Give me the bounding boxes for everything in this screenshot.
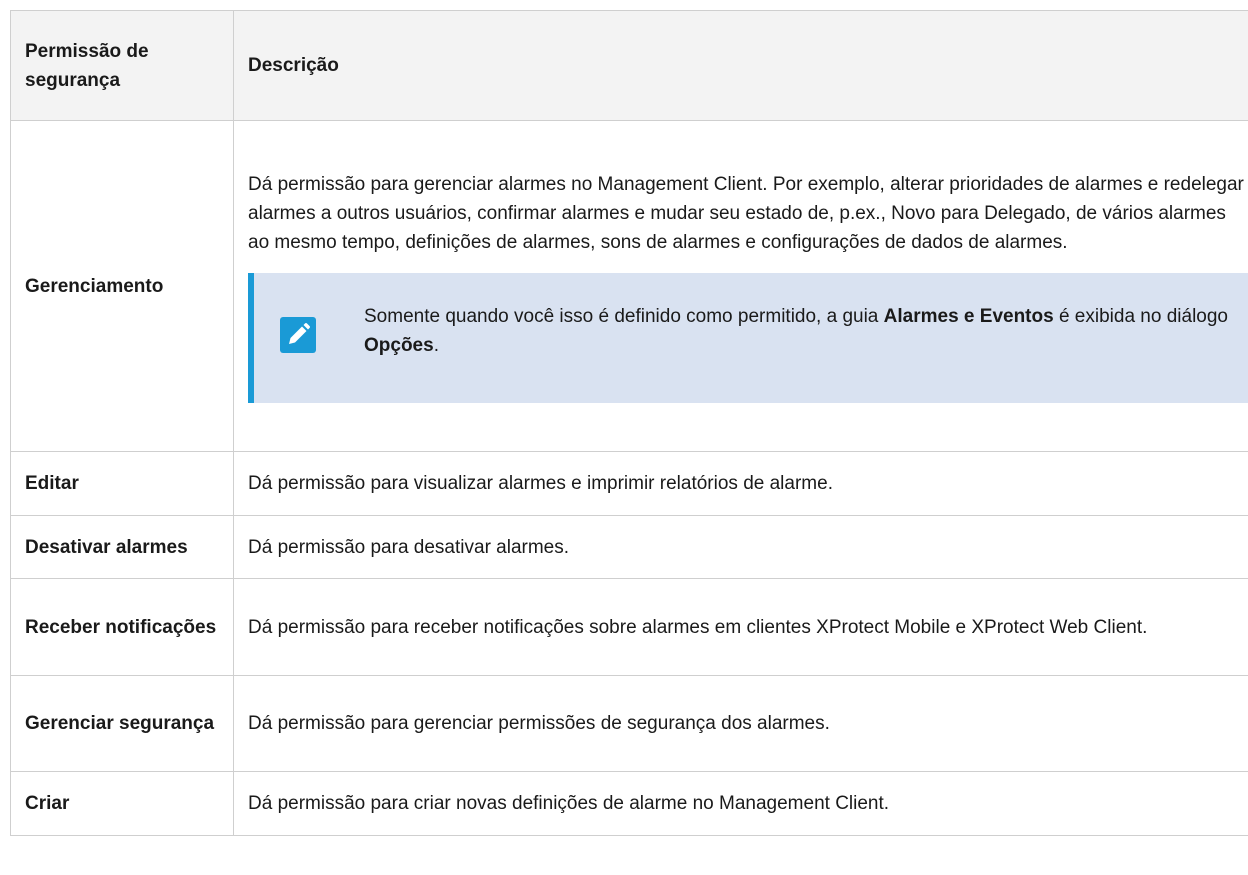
permission-description: Dá permissão para visualizar alarmes e i… [233, 451, 1248, 516]
table-row: Gerenciamento Dá permissão para gerencia… [10, 120, 1248, 452]
table-row: Criar Dá permissão para criar novas defi… [10, 771, 1248, 836]
table-row: Editar Dá permissão para visualizar alar… [10, 451, 1248, 516]
permission-description: Dá permissão para gerenciar permissões d… [233, 675, 1248, 772]
table-row: Gerenciar segurança Dá permissão para ge… [10, 675, 1248, 772]
permission-description: Dá permissão para gerenciar alarmes no M… [233, 120, 1248, 452]
permission-name: Gerenciamento [10, 120, 234, 452]
note-text-part: . [433, 334, 439, 356]
description-text: Dá permissão para gerenciar alarmes no M… [248, 173, 1244, 253]
note-bold-alarms-events: Alarmes e Eventos [883, 305, 1054, 327]
table-row: Receber notificações Dá permissão para r… [10, 578, 1248, 676]
table-row: Desativar alarmes Dá permissão para desa… [10, 515, 1248, 579]
header-permission: Permissão de segurança [10, 10, 234, 121]
table-header-row: Permissão de segurança Descrição [10, 10, 1248, 121]
permission-description: Dá permissão para criar novas definições… [233, 771, 1248, 836]
note-text-part: Somente quando você isso é definido como… [364, 305, 884, 327]
note-text: Somente quando você isso é definido como… [364, 302, 1236, 360]
permission-name: Editar [10, 451, 234, 516]
permission-name: Criar [10, 771, 234, 836]
permission-name: Gerenciar segurança [10, 675, 234, 772]
permission-name: Desativar alarmes [10, 515, 234, 579]
permission-description: Dá permissão para receber notificações s… [233, 578, 1248, 676]
pencil-icon [280, 316, 316, 353]
permission-name: Receber notificações [10, 578, 234, 676]
permissions-table: Permissão de segurança Descrição Gerenci… [10, 10, 1248, 836]
permission-description: Dá permissão para desativar alarmes. [233, 515, 1248, 579]
note-text-part: é exibida no diálogo [1053, 305, 1228, 327]
note-box: Somente quando você isso é definido como… [248, 272, 1248, 403]
note-bold-options: Opções [364, 334, 434, 356]
header-description: Descrição [233, 10, 1248, 121]
